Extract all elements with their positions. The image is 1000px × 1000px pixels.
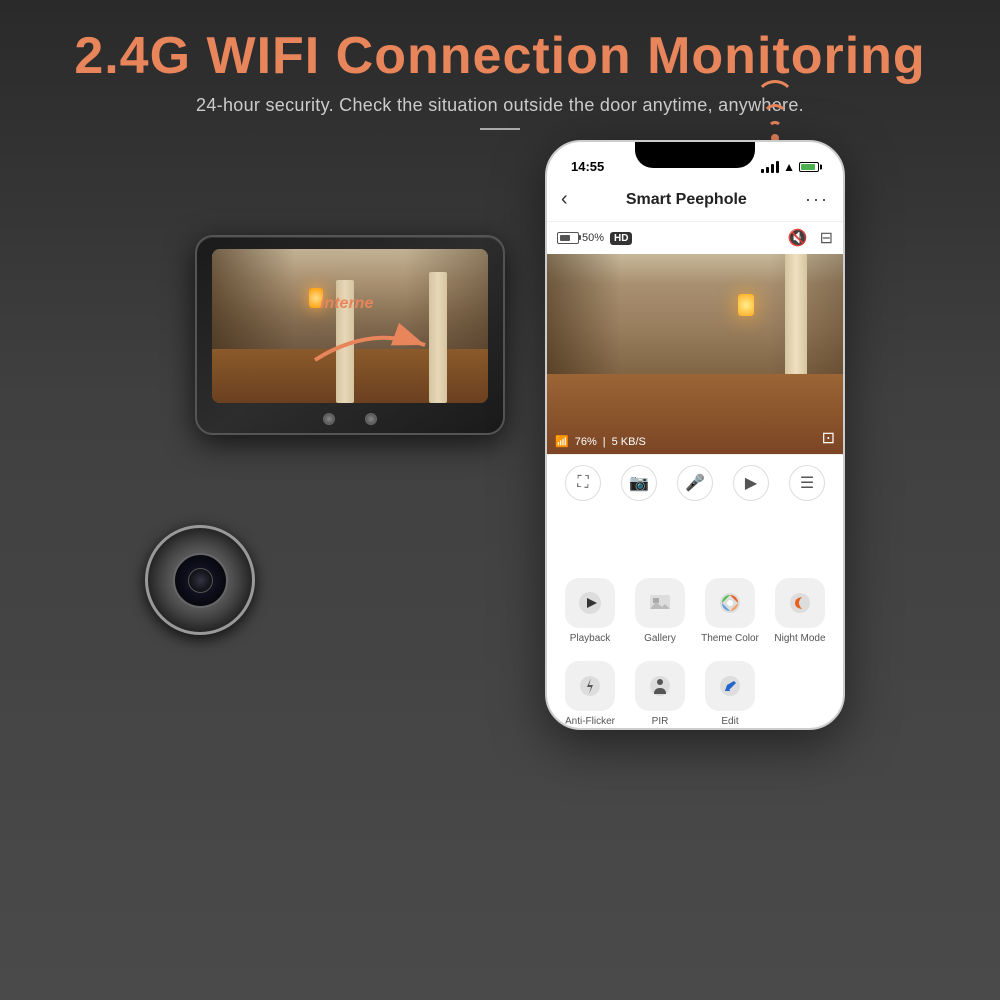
- main-title: 2.4G WIFI Connection Monitoring: [0, 28, 1000, 85]
- divider: [480, 128, 520, 130]
- signal-bar-1: [761, 169, 764, 173]
- arrow-label: interne: [320, 295, 373, 313]
- internet-arrow: interne: [310, 320, 430, 375]
- pir-button[interactable]: PIR: [630, 661, 690, 728]
- battery-fill-small: [560, 235, 570, 241]
- app-title: Smart Peephole: [626, 191, 747, 209]
- arrow-svg: [310, 320, 430, 370]
- wifi-icon: 📶: [555, 435, 569, 448]
- mute-icon[interactable]: 🔇: [788, 228, 808, 248]
- signal-bar-4: [776, 161, 779, 173]
- edit-button[interactable]: Edit: [700, 661, 760, 728]
- camera-video-scene: [547, 254, 843, 454]
- camera-feed-section: 50% HD 🔇 ⊟: [547, 222, 843, 511]
- hd-badge: HD: [610, 232, 632, 245]
- anti-flicker-label: Anti-Flicker: [565, 716, 615, 728]
- layout-icon[interactable]: ⊟: [820, 228, 833, 248]
- night-mode-label: Night Mode: [774, 633, 825, 645]
- playback-label: Playback: [570, 633, 611, 645]
- theme-label: Theme Color: [701, 633, 759, 645]
- device-btn-left: [323, 413, 335, 425]
- pillar-right: [429, 272, 447, 403]
- more-button[interactable]: ···: [805, 189, 829, 210]
- data-speed: 5 KB/S: [612, 436, 646, 448]
- wifi-status-icon: ▲: [783, 160, 795, 174]
- signal-bar-3: [771, 164, 774, 173]
- wifi-percent: 76%: [575, 436, 597, 448]
- fullscreen-button[interactable]: ⛶: [565, 465, 601, 501]
- pir-label: PIR: [652, 716, 669, 728]
- phone-mockup: 14:55 ▲: [545, 140, 845, 730]
- wifi-signal-bar: 📶 76% | 5 KB/S: [555, 435, 646, 448]
- mic-button[interactable]: 🎤: [677, 465, 713, 501]
- gallery-button[interactable]: Gallery: [630, 578, 690, 645]
- edit-label: Edit: [721, 716, 738, 728]
- night-mode-icon: [775, 578, 825, 628]
- feed-status-left: 50% HD: [557, 232, 632, 245]
- playback-icon: [565, 578, 615, 628]
- door-viewer-device: [165, 195, 545, 695]
- signal-bar-2: [766, 167, 769, 173]
- wifi-arc-medium: [762, 104, 788, 117]
- battery-fill: [801, 164, 815, 170]
- phone-notch: [635, 142, 755, 168]
- wifi-arc-small: [768, 121, 782, 128]
- phone-screen: 14:55 ▲: [547, 142, 843, 728]
- gallery-icon: [635, 578, 685, 628]
- header-section: 2.4G WIFI Connection Monitoring 24-hour …: [0, 0, 1000, 130]
- feed-status-bar: 50% HD 🔇 ⊟: [547, 222, 843, 254]
- lens-core: [188, 568, 213, 593]
- battery-percent: 50%: [582, 232, 604, 244]
- pir-icon: [635, 661, 685, 711]
- empty-slot: [770, 661, 830, 728]
- status-time: 14:55: [571, 159, 604, 174]
- back-button[interactable]: ‹: [561, 188, 568, 211]
- anti-flicker-icon: [565, 661, 615, 711]
- night-mode-button[interactable]: Night Mode: [770, 578, 830, 645]
- content-area: interne: [0, 160, 1000, 730]
- app-grid-row-2: Anti-Flicker PIR: [555, 661, 835, 728]
- camera-lens: [145, 525, 255, 635]
- app-grid: Playback Gallery: [547, 568, 843, 728]
- wifi-signal-above: [755, 80, 795, 142]
- edit-icon: [705, 661, 755, 711]
- controls-row: ⛶ 📷 🎤 ▶ ☰: [547, 454, 843, 511]
- snapshot-button[interactable]: 📷: [621, 465, 657, 501]
- anti-flicker-button[interactable]: Anti-Flicker: [560, 661, 620, 728]
- camera-light: [738, 294, 754, 316]
- wifi-arcs: [755, 80, 795, 142]
- app-grid-row-1: Playback Gallery: [555, 578, 835, 645]
- gallery-label: Gallery: [644, 633, 676, 645]
- feed-status-right: 🔇 ⊟: [788, 228, 833, 248]
- camera-video: 📶 76% | 5 KB/S ⊡: [547, 254, 843, 454]
- device-bottom-buttons: [323, 413, 377, 425]
- device-btn-right: [365, 413, 377, 425]
- playback-button[interactable]: Playback: [560, 578, 620, 645]
- fullscreen-icon[interactable]: ⊡: [822, 428, 835, 448]
- app-header: ‹ Smart Peephole ···: [547, 178, 843, 222]
- theme-color-button[interactable]: Theme Color: [700, 578, 760, 645]
- battery-indicator: 50%: [557, 232, 604, 244]
- subtitle: 24-hour security. Check the situation ou…: [0, 95, 1000, 116]
- menu-btn[interactable]: ☰: [789, 465, 825, 501]
- lens-outer: [145, 525, 255, 635]
- battery-icon: [799, 162, 819, 172]
- lens-inner: [173, 553, 228, 608]
- theme-icon: [705, 578, 755, 628]
- record-button[interactable]: ▶: [733, 465, 769, 501]
- status-icons: ▲: [761, 160, 819, 174]
- phone-body: 14:55 ▲: [545, 140, 845, 730]
- wifi-arc-large: [755, 80, 795, 100]
- signal-bars: [761, 161, 779, 173]
- battery-small: [557, 232, 579, 244]
- speed-separator: |: [603, 436, 606, 448]
